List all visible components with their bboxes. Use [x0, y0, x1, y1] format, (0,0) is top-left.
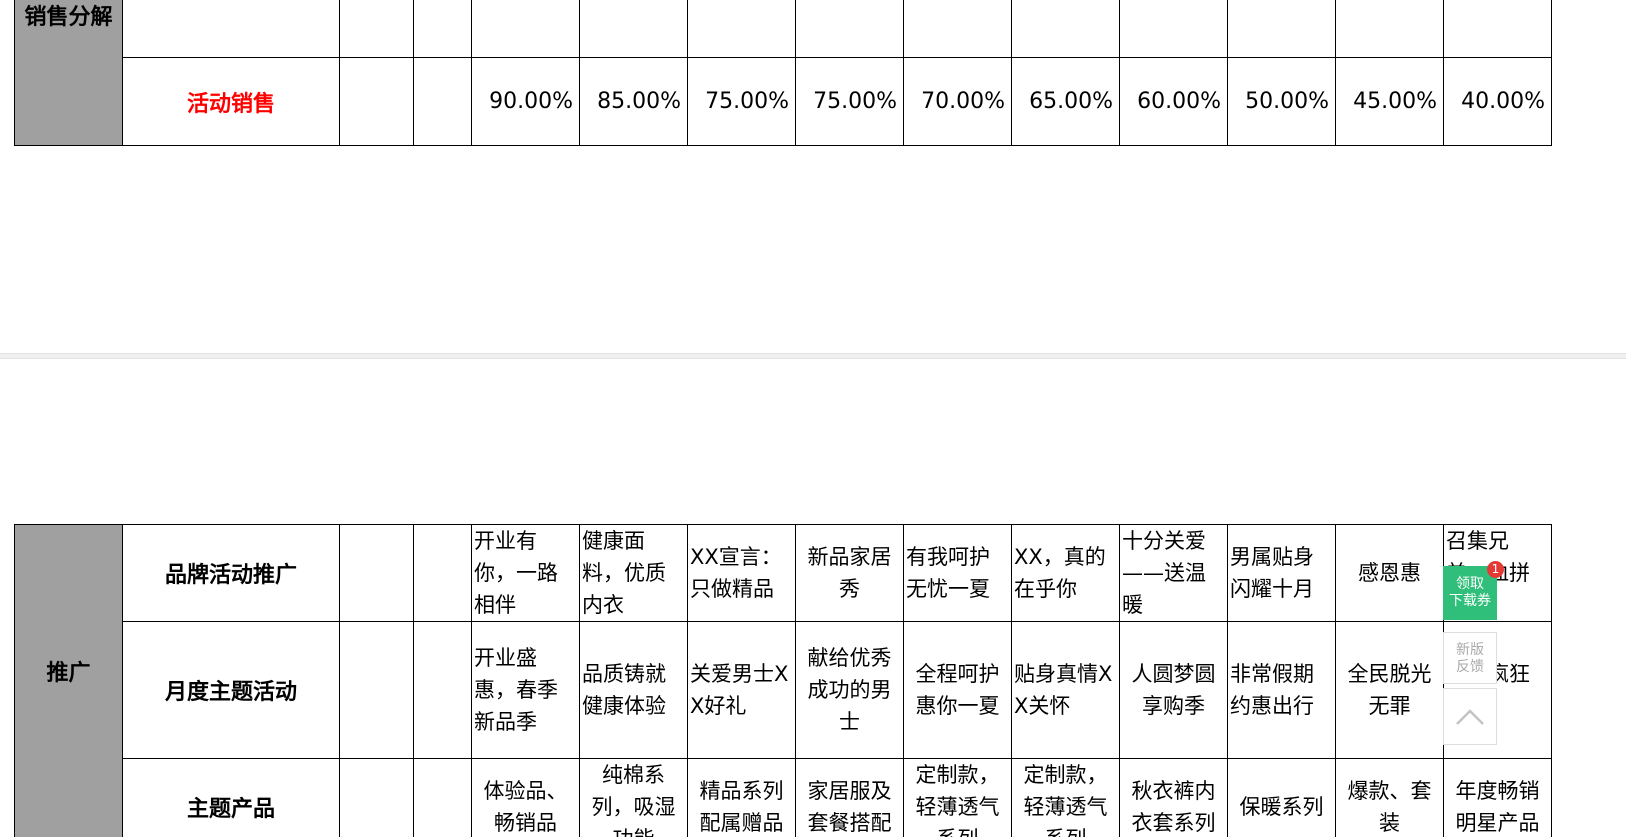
group-label-sales-breakdown: 销售分解: [14, 0, 123, 146]
percentage-cell: 85.00%: [579, 57, 688, 146]
coupon-label-line1: 领取: [1456, 576, 1484, 592]
percentage-cell: 75.00%: [687, 57, 796, 146]
table-row: 主题产品 体验品、畅销品 纯棉系列，吸湿功能 精品系列配属赠品 家居服及套餐搭配…: [15, 758, 1552, 837]
table-row: 推广 品牌活动推广 开业有你，一路相伴 健康面料，优质内衣 XX宣言：只做精品 …: [14, 524, 1552, 837]
table-cell: 感恩惠: [1335, 524, 1444, 622]
percentage-cell: 75.00%: [795, 57, 904, 146]
table-row: 活动销售 90.00% 85.00% 75.00% 75.00% 70.00% …: [15, 57, 1552, 146]
table-cell: 全程呵护惠你一夏: [903, 621, 1012, 759]
document-page-1: 销售分解 活动销售 90.00% 85.00% 75.00% 75.00% 70…: [0, 0, 1626, 353]
table-cell: 男属贴身闪耀十月: [1227, 524, 1336, 622]
table-cell: 健康面料，优质内衣: [579, 524, 688, 622]
percentage-cell: 50.00%: [1227, 57, 1336, 146]
table-cell: 新品家居秀: [795, 524, 904, 622]
percentage-cell: 40.00%: [1443, 57, 1552, 146]
table-cell: 保暖系列: [1227, 758, 1336, 837]
table-cell: 贴身真情XX关怀: [1011, 621, 1120, 759]
table-cell: 全民脱光无罪: [1335, 621, 1444, 759]
percentage-cell: 70.00%: [903, 57, 1012, 146]
table-cell: 有我呵护无忧一夏: [903, 524, 1012, 622]
row-label-monthly-theme: 月度主题活动: [122, 621, 340, 759]
table-cell: 定制款，轻薄透气系列: [903, 758, 1012, 837]
table-cell: 开业盛惠，春季新品季: [471, 621, 580, 759]
table-cell: 体验品、畅销品: [471, 758, 580, 837]
percentage-cell: 90.00%: [471, 57, 580, 146]
percentage-cell: 60.00%: [1119, 57, 1228, 146]
document-page-2: 推广 品牌活动推广 开业有你，一路相伴 健康面料，优质内衣 XX宣言：只做精品 …: [0, 359, 1626, 837]
feedback-button[interactable]: 新版 反馈: [1443, 632, 1497, 684]
table-cell: 家居服及套餐搭配: [795, 758, 904, 837]
table-cell: 十分关爱——送温暖: [1119, 524, 1228, 622]
table-cell: 年度畅销明星产品: [1443, 758, 1552, 837]
promotion-table: 推广 品牌活动推广 开业有你，一路相伴 健康面料，优质内衣 XX宣言：只做精品 …: [14, 524, 1552, 837]
table-cell: 开业有你，一路相伴: [471, 524, 580, 622]
coupon-label-line2: 下载券: [1449, 593, 1491, 609]
group-label-promotion: 推广: [14, 524, 123, 837]
row-label-activity-sales: 活动销售: [122, 57, 340, 146]
table-cell: 精品系列配属赠品: [687, 758, 796, 837]
table-cell: XX，真的在乎你: [1011, 524, 1120, 622]
notification-badge: 1: [1487, 561, 1504, 578]
row-label-theme-products: 主题产品: [122, 758, 340, 837]
percentage-cell: 65.00%: [1011, 57, 1120, 146]
table-cell: XX宣言：只做精品: [687, 524, 796, 622]
table-cell: 爆款、套装: [1335, 758, 1444, 837]
table-cell: 定制款，轻薄透气系列: [1011, 758, 1120, 837]
back-to-top-button[interactable]: [1443, 688, 1497, 745]
feedback-label-line1: 新版: [1456, 642, 1484, 658]
table-row: 月度主题活动 开业盛惠，春季新品季 品质铸就健康体验 关爱男士XX好礼 献给优秀…: [15, 621, 1552, 759]
percentage-cell: 45.00%: [1335, 57, 1444, 146]
table-cell: 品质铸就健康体验: [579, 621, 688, 759]
row-label-brand-promotion: 品牌活动推广: [122, 524, 340, 622]
table-cell: 献给优秀成功的男士: [795, 621, 904, 759]
table-cell: 纯棉系列，吸湿功能: [579, 758, 688, 837]
table-row: 销售分解: [14, 0, 1552, 146]
table-cell: 非常假期约惠出行: [1227, 621, 1336, 759]
chevron-up-icon: [1456, 709, 1484, 725]
table-cell: 秋衣裤内衣套系列: [1119, 758, 1228, 837]
table-cell: 人圆梦圆享购季: [1119, 621, 1228, 759]
feedback-label-line2: 反馈: [1456, 659, 1484, 675]
table-cell: 关爱男士XX好礼: [687, 621, 796, 759]
sales-breakdown-table: 销售分解 活动销售 90.00% 85.00% 75.00% 75.00% 70…: [14, 0, 1552, 146]
